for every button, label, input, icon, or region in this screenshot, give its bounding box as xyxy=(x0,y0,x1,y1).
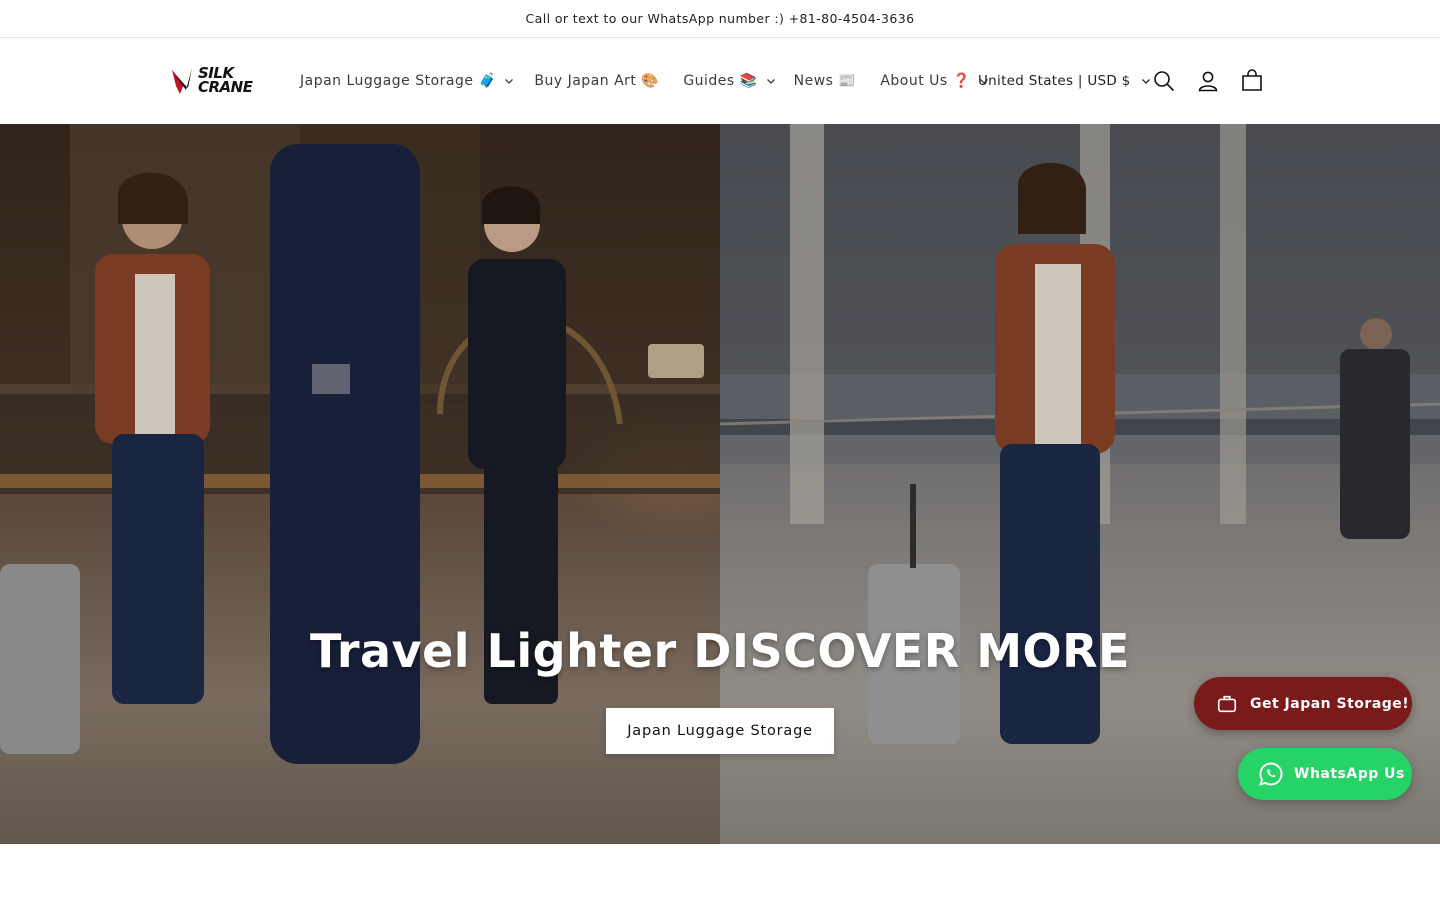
nav-item-label: Guides 📚 xyxy=(683,73,758,89)
nav-item-about-us[interactable]: About Us ❓ xyxy=(880,73,988,89)
country-currency-selector[interactable]: United States | USD $ xyxy=(978,38,1151,124)
site-logo[interactable]: SILK CRANE xyxy=(170,62,262,98)
chevron-down-icon xyxy=(766,79,775,84)
hero-title: Travel Lighter DISCOVER MORE xyxy=(310,624,1130,678)
get-storage-label: Get Japan Storage! xyxy=(1250,695,1410,712)
nav-item-japan-luggage-storage[interactable]: Japan Luggage Storage 🧳 xyxy=(300,73,514,89)
whatsapp-button[interactable]: WhatsApp Us xyxy=(1238,748,1412,800)
main-nav: Japan Luggage Storage 🧳 Buy Japan Art 🎨 … xyxy=(300,38,989,124)
site-header: SILK CRANE Japan Luggage Storage 🧳 Buy J… xyxy=(0,38,1440,124)
nav-item-news[interactable]: News 📰 xyxy=(794,73,857,89)
cart-icon[interactable] xyxy=(1240,69,1264,93)
whatsapp-label: WhatsApp Us xyxy=(1294,766,1405,782)
whatsapp-icon xyxy=(1259,762,1283,786)
announcement-text: Call or text to our WhatsApp number :) +… xyxy=(525,11,915,26)
nav-item-label: Buy Japan Art 🎨 xyxy=(534,73,660,89)
search-icon[interactable] xyxy=(1152,69,1176,93)
chevron-down-icon xyxy=(505,79,514,84)
hero-cta-button[interactable]: Japan Luggage Storage xyxy=(606,708,834,754)
locale-label: United States | USD $ xyxy=(978,73,1131,89)
nav-item-guides[interactable]: Guides 📚 xyxy=(683,73,775,89)
account-icon[interactable] xyxy=(1196,69,1220,93)
logo-wordmark: SILK CRANE xyxy=(198,64,253,96)
chevron-down-icon xyxy=(1141,79,1150,84)
crane-logo-icon xyxy=(172,68,192,94)
hero-banner: Travel Lighter DISCOVER MORE Japan Lugga… xyxy=(0,124,1440,844)
nav-item-label: News 📰 xyxy=(793,73,857,89)
luggage-icon xyxy=(1217,695,1237,712)
nav-item-label: About Us ❓ xyxy=(880,73,971,89)
nav-item-label: Japan Luggage Storage 🧳 xyxy=(300,73,497,89)
announcement-bar: Call or text to our WhatsApp number :) +… xyxy=(0,0,1440,38)
nav-item-buy-japan-art[interactable]: Buy Japan Art 🎨 xyxy=(534,73,659,89)
get-storage-button[interactable]: Get Japan Storage! xyxy=(1194,677,1412,730)
